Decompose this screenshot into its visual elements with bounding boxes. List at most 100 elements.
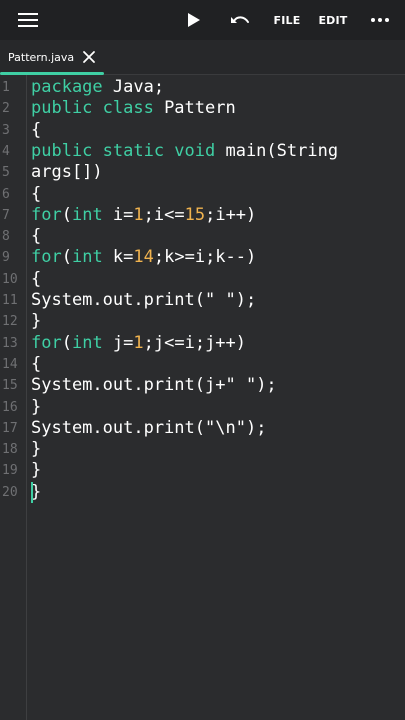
- code-token: );: [245, 417, 267, 438]
- code-token: "\n": [205, 417, 246, 438]
- code-token: ;i<=: [143, 204, 185, 225]
- line-number: 20: [2, 484, 18, 500]
- play-icon: [188, 13, 200, 27]
- more-vertical-dots-icon: [371, 18, 389, 22]
- code-token: }: [31, 396, 42, 417]
- code-line: System.out.print("\n");: [31, 418, 266, 439]
- undo-icon: [231, 16, 249, 23]
- line-number-gutter: 1 2 3 4 5 6 7 8 9 10 11 12 13 14 15 16 17 18 19 20: [0, 75, 27, 720]
- line-number: 17: [2, 420, 18, 436]
- code-line: }: [31, 460, 41, 481]
- top-toolbar: FILE EDIT: [0, 0, 405, 40]
- line-number: 7: [2, 207, 10, 223]
- line-number: 16: [2, 399, 18, 415]
- tab-pattern-java[interactable]: Pattern.java: [0, 40, 104, 75]
- line-number: 2: [2, 101, 10, 117]
- code-token: System.out.print(j+: [31, 375, 226, 396]
- line-number: 11: [2, 293, 18, 308]
- code-token: 15: [184, 204, 206, 225]
- line-number: 4: [2, 143, 10, 159]
- file-menu-button[interactable]: FILE: [270, 0, 304, 40]
- code-line: for(int k=14;k>=i;k--): [31, 247, 256, 268]
- code-line: {: [31, 226, 41, 247]
- line-number: 1: [2, 80, 10, 95]
- code-line: for(int i=1;i<=15;i++): [31, 205, 256, 226]
- code-token: {: [31, 183, 42, 204]
- code-token: {: [31, 119, 42, 140]
- code-token: j=: [102, 332, 134, 353]
- code-token: public class: [31, 98, 154, 119]
- code-token: int: [71, 204, 103, 225]
- more-options-button[interactable]: [365, 0, 395, 40]
- code-token: k=: [102, 247, 134, 268]
- line-number: 18: [2, 442, 18, 458]
- code-line: {: [31, 184, 41, 205]
- line-number: 9: [2, 250, 10, 266]
- code-token: );: [256, 375, 277, 396]
- code-token: System.out.print(: [31, 417, 205, 438]
- code-token: " ": [225, 375, 257, 396]
- code-line: package Java;: [31, 77, 164, 98]
- line-number: 8: [2, 229, 10, 245]
- code-token: for: [31, 204, 62, 225]
- code-token: );: [235, 290, 257, 310]
- line-number: 14: [2, 356, 18, 372]
- code-token: {: [31, 353, 42, 374]
- hamburger-menu-icon: [18, 13, 38, 27]
- code-token: }: [31, 311, 42, 332]
- code-line: }: [31, 311, 41, 332]
- code-token: i=: [102, 204, 134, 225]
- code-line: System.out.print(j+" ");: [31, 375, 277, 396]
- code-token: for: [31, 247, 62, 268]
- line-number: 6: [2, 186, 10, 202]
- run-button[interactable]: [180, 0, 208, 40]
- code-token: System.out.print(: [31, 290, 205, 310]
- edit-menu-button[interactable]: EDIT: [316, 0, 350, 40]
- code-editor[interactable]: 1 2 3 4 5 6 7 8 9 10 11 12 13 14 15 16 17 18 19 20 package …: [0, 75, 405, 720]
- code-token: public static void: [31, 140, 216, 161]
- text-cursor: [31, 481, 33, 503]
- code-token: int: [71, 332, 103, 353]
- line-number: 15: [2, 378, 18, 394]
- code-token: Java;: [102, 77, 165, 97]
- code-token: 1: [133, 332, 144, 353]
- code-line: }: [31, 397, 41, 418]
- code-line: }: [31, 439, 41, 460]
- code-token: 1: [133, 204, 144, 225]
- code-token: ;k>=i;k--): [153, 247, 257, 268]
- code-line: public class Pattern: [31, 98, 236, 119]
- line-number: 19: [2, 463, 18, 479]
- line-number: 10: [2, 271, 18, 287]
- close-icon[interactable]: [82, 50, 96, 64]
- file-tab-bar: Pattern.java: [0, 40, 405, 75]
- code-line: for(int j=1;j<=i;j++): [31, 333, 246, 354]
- tab-label: Pattern.java: [8, 50, 75, 64]
- code-token: }: [31, 460, 42, 481]
- code-token: 14: [133, 247, 154, 268]
- code-token: args[]): [31, 162, 103, 183]
- line-number: 13: [2, 335, 18, 351]
- code-editor-app: FILE EDIT Pattern.java 1 2 3 4 5 6 7 8 9 10 11 12 13…: [0, 0, 405, 720]
- code-line: public static void main(String: [31, 141, 338, 162]
- code-token: for: [31, 332, 62, 353]
- code-token: (: [61, 247, 72, 268]
- code-line: System.out.print(" ");: [31, 290, 256, 311]
- line-number: 12: [2, 314, 18, 330]
- code-token: (: [61, 332, 72, 353]
- code-token: package: [31, 77, 103, 97]
- code-token: Pattern: [153, 98, 236, 119]
- code-line: {: [31, 354, 41, 375]
- code-token: (: [61, 204, 72, 225]
- code-token: ;i++): [205, 204, 257, 225]
- code-token: int: [71, 247, 103, 268]
- line-number: 5: [2, 165, 10, 181]
- code-line: args[]): [31, 162, 103, 183]
- menu-button[interactable]: [10, 0, 46, 40]
- code-line: {: [31, 269, 41, 290]
- undo-button[interactable]: [224, 0, 256, 40]
- code-token: }: [31, 439, 42, 460]
- code-token: " ": [205, 290, 236, 310]
- code-token: {: [31, 268, 42, 289]
- code-token: {: [31, 226, 42, 247]
- line-number: 3: [2, 122, 10, 138]
